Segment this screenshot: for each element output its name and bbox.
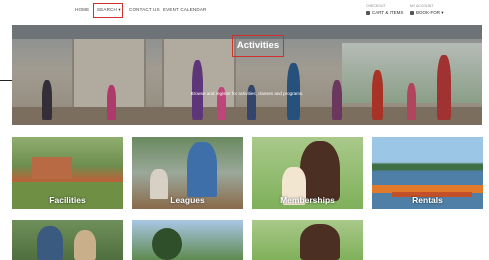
account-link[interactable]: BOOK-FOR ▾ <box>410 10 444 16</box>
nav-home[interactable]: HOME <box>75 7 89 12</box>
nav-event-calendar[interactable]: EVENT CALENDAR <box>163 7 206 12</box>
tile-row2-1[interactable] <box>12 220 123 260</box>
account-icon <box>410 10 414 15</box>
tile-label-memberships: Memberships <box>280 195 335 205</box>
hero-title: Activities <box>232 35 284 57</box>
tile-image-woman <box>300 141 340 201</box>
tile-leagues[interactable]: Leagues <box>132 137 243 209</box>
tile-label-rentals: Rentals <box>412 195 443 205</box>
tile-image-building <box>32 157 72 179</box>
tile-row2-2[interactable] <box>132 220 243 260</box>
tile-image-tree <box>152 228 182 260</box>
tile-image-coach <box>187 142 217 197</box>
tile-row2-3[interactable] <box>252 220 363 260</box>
cart-small-label: CHECKOUT <box>366 4 386 8</box>
nav-contact-us[interactable]: CONTACT US <box>129 7 160 12</box>
tile-memberships[interactable]: Memberships <box>252 137 363 209</box>
hero-subtitle: Browse and register for activities, clas… <box>190 91 304 96</box>
tile-label-facilities: Facilities <box>49 195 86 205</box>
account-small-label: MY ACCOUNT <box>410 4 434 8</box>
tile-image-people <box>37 226 63 260</box>
cart-icon <box>366 10 370 15</box>
account-link-label: BOOK-FOR ▾ <box>416 10 444 15</box>
tile-image-people <box>74 230 96 260</box>
top-navigation: HOME SEARCH ▾ CONTACT US EVENT CALENDAR … <box>0 0 489 24</box>
tile-image-woman <box>300 224 340 260</box>
cart-link[interactable]: CART & ITEMS <box>366 10 403 15</box>
cart-link-label: CART & ITEMS <box>372 10 404 15</box>
tile-facilities[interactable]: Facilities <box>12 137 123 209</box>
tile-rentals[interactable]: Rentals <box>372 137 483 209</box>
hero-banner: Activities Browse and register for activ… <box>12 25 482 125</box>
search-highlight-box <box>93 3 123 18</box>
tile-label-leagues: Leagues <box>170 195 205 205</box>
